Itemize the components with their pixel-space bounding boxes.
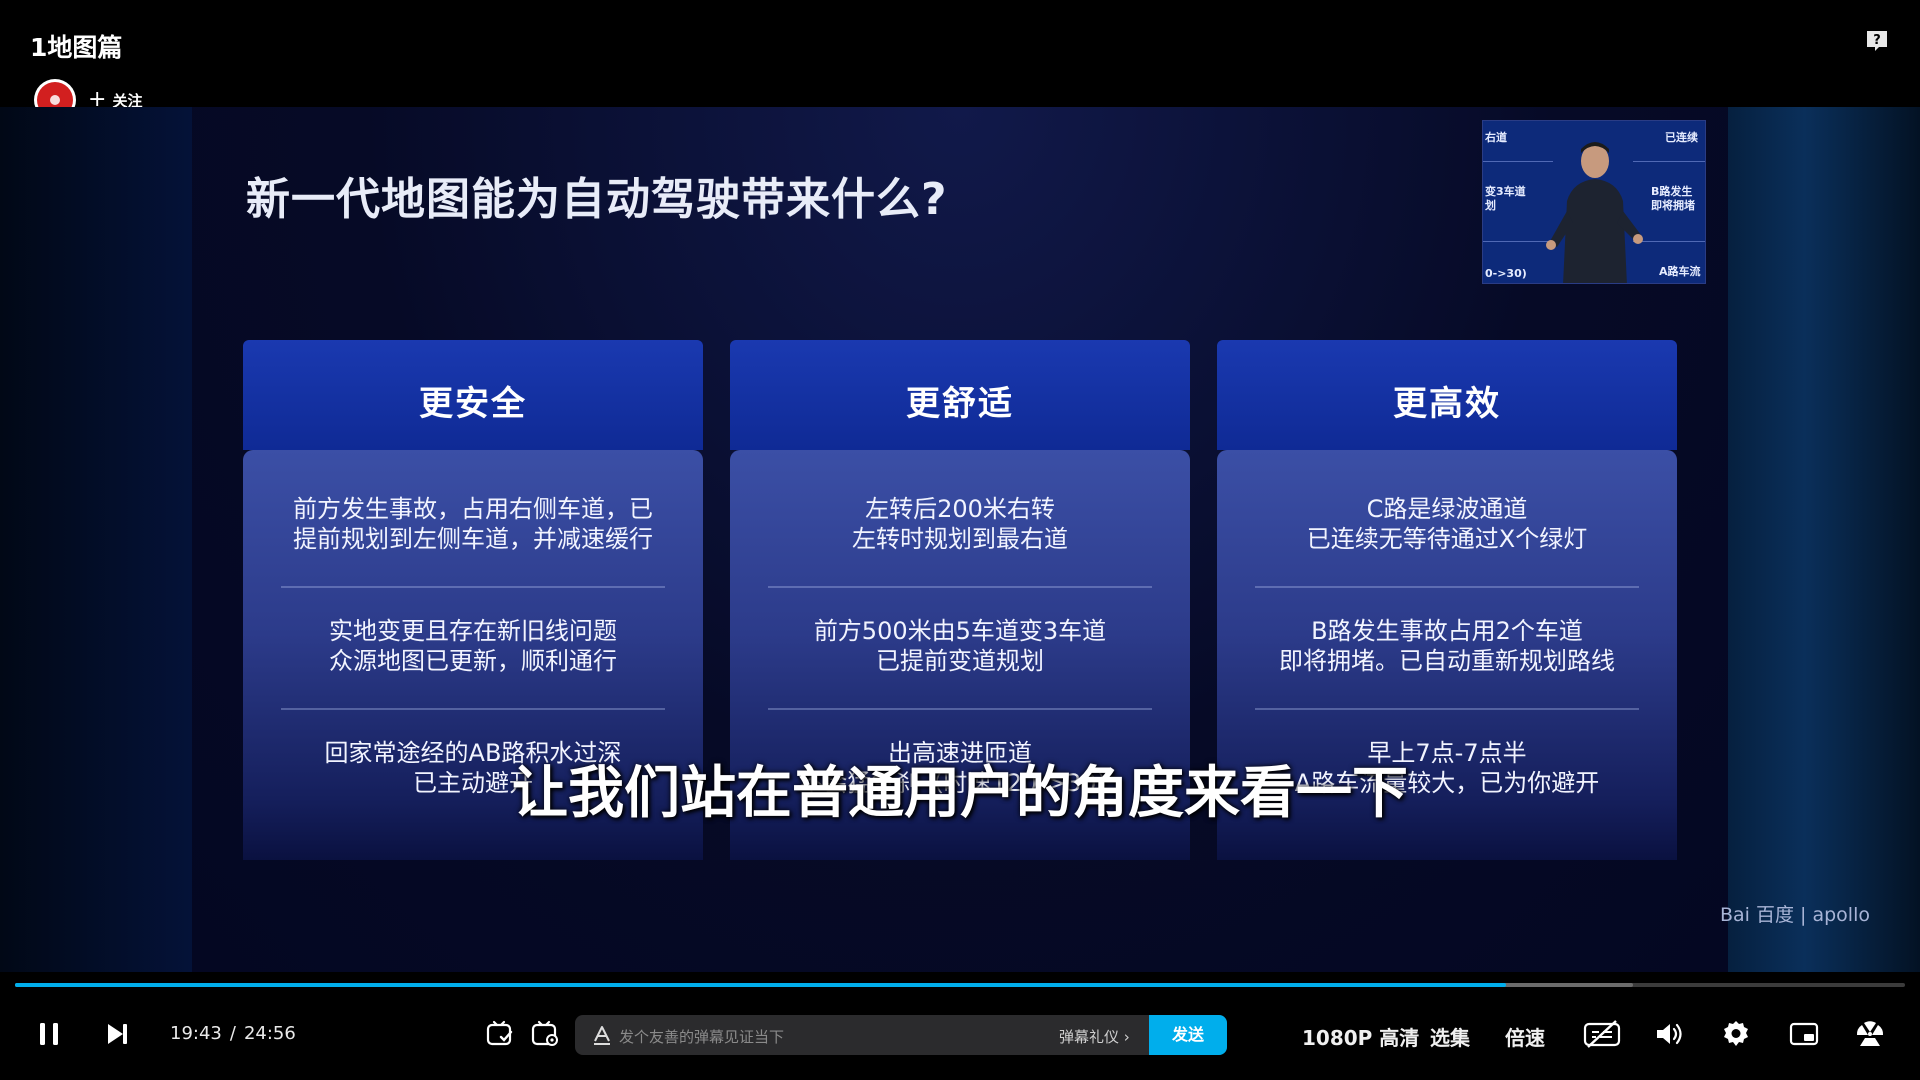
- card-item: 实地变更且存在新旧线问题 众源地图已更新，顺利通行: [329, 617, 617, 675]
- danmaku-input[interactable]: 发个友善的弹幕见证当下 弹幕礼仪 ›: [575, 1015, 1227, 1055]
- card-title: 更高效: [1393, 384, 1501, 424]
- picture-in-picture-icon[interactable]: [1789, 1019, 1819, 1049]
- divider: [768, 708, 1152, 710]
- pause-icon[interactable]: [34, 1019, 64, 1049]
- help-icon[interactable]: ?: [1864, 28, 1890, 54]
- quality-button[interactable]: 1080P 高清: [1302, 1022, 1419, 1051]
- danmaku-placeholder: 发个友善的弹幕见证当下: [619, 1028, 785, 1046]
- danmaku-settings-icon[interactable]: [530, 1019, 560, 1049]
- card-item: 左转后200米右转 左转时规划到最右道: [852, 495, 1068, 553]
- card-title: 更舒适: [906, 384, 1014, 424]
- volume-icon[interactable]: [1653, 1019, 1683, 1049]
- episodes-button[interactable]: 选集: [1430, 1022, 1470, 1051]
- progress-bar[interactable]: [15, 983, 1905, 987]
- next-icon[interactable]: [102, 1019, 132, 1049]
- speaker-figure: [1546, 142, 1643, 283]
- brand-logo: Bai 百度 | apollo: [1720, 904, 1870, 926]
- card-item: 前方500米由5车道变3车道 已提前变道规划: [813, 617, 1107, 675]
- divider: [768, 586, 1152, 588]
- send-button[interactable]: 发送: [1149, 1015, 1227, 1055]
- speed-button[interactable]: 倍速: [1505, 1022, 1545, 1051]
- current-time: 19:43: [170, 1023, 222, 1044]
- total-time: 24:56: [243, 1023, 296, 1044]
- video-player[interactable]: 新一代地图能为自动驾驶带来什么? 右道 已连续 变3车道 划 B路发生 即将拥堵…: [0, 107, 1920, 972]
- danmaku-toggle-icon[interactable]: [485, 1019, 515, 1049]
- divider: [281, 708, 665, 710]
- fullscreen-icon[interactable]: [1855, 1019, 1885, 1049]
- card-item: 前方发生事故，占用右侧车道，已 提前规划到左侧车道，并减速缓行: [293, 495, 653, 553]
- svg-text:?: ?: [1873, 33, 1881, 48]
- progress-played: [15, 983, 1507, 987]
- divider: [1255, 586, 1639, 588]
- danmaku-etiquette-link[interactable]: 弹幕礼仪 ›: [1059, 1026, 1130, 1047]
- divider: [1255, 708, 1639, 710]
- video-title: 1地图篇: [30, 33, 123, 62]
- settings-icon[interactable]: [1721, 1019, 1751, 1049]
- divider: [281, 586, 665, 588]
- presentation-slide: 新一代地图能为自动驾驶带来什么? 右道 已连续 变3车道 划 B路发生 即将拥堵…: [192, 107, 1870, 972]
- speaker-inset: 右道 已连续 变3车道 划 B路发生 即将拥堵 0->30) A路车流: [1482, 120, 1706, 284]
- subtitle-off-icon[interactable]: [1582, 1019, 1622, 1049]
- card-item: C路是绿波通道 已连续无等待通过X个绿灯: [1306, 495, 1588, 553]
- time-display: 19:43/24:56: [170, 1023, 296, 1044]
- font-style-icon[interactable]: [591, 1024, 613, 1046]
- subtitle-caption: 让我们站在普通用户的角度来看一下: [512, 761, 1408, 826]
- card-title: 更安全: [419, 384, 527, 424]
- card-item: B路发生事故占用2个车道 即将拥堵。已自动重新规划路线: [1279, 617, 1615, 675]
- slide-title: 新一代地图能为自动驾驶带来什么?: [246, 174, 948, 225]
